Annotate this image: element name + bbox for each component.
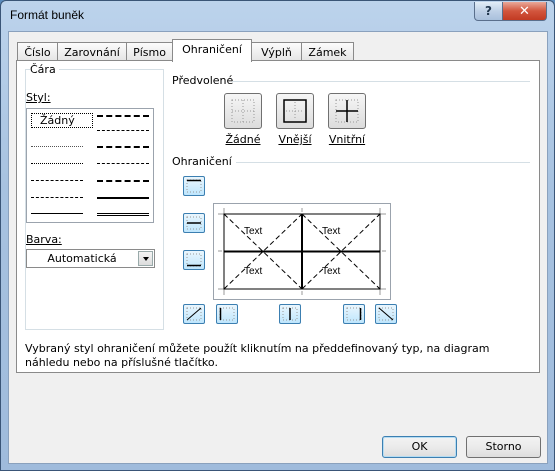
tab-vypln[interactable]: Výplň xyxy=(251,42,302,62)
border-horizontal-inside-button[interactable] xyxy=(183,213,205,233)
line-style-medium-dash-dot[interactable] xyxy=(97,146,149,148)
line-group-title: Čára xyxy=(30,63,59,76)
ok-button[interactable]: OK xyxy=(382,436,457,458)
border-outline-icon xyxy=(283,99,307,123)
line-style-thin[interactable] xyxy=(31,213,83,214)
line-style-double[interactable] xyxy=(97,213,149,217)
border-diagonal-up-button[interactable] xyxy=(183,304,205,324)
diagonal-up-icon xyxy=(186,307,202,321)
line-style-none[interactable]: Žádný xyxy=(31,113,93,128)
chevron-down-icon[interactable] xyxy=(138,251,153,266)
border-diagonal-down-button[interactable] xyxy=(375,304,397,324)
border-tab-panel: Čára Styl: Žádný Barva: Automatická Před… xyxy=(16,60,540,373)
line-style-dash-dot-dot-thin[interactable] xyxy=(31,180,83,181)
line-style-list[interactable]: Žádný xyxy=(26,108,154,223)
preview-text-2: Text xyxy=(322,226,341,237)
line-style-slant-dash-dot[interactable] xyxy=(97,130,149,131)
presets-title: Předvolené xyxy=(172,74,237,87)
border-vertical-inside-button[interactable] xyxy=(279,304,301,324)
line-style-medium-dash-dot-dot[interactable] xyxy=(97,115,149,117)
border-none-icon xyxy=(231,99,255,123)
style-label: Styl: xyxy=(26,91,54,104)
dialog-window: Formát buněk ? ✕ Číslo Zarovnání Písmo O… xyxy=(0,0,555,471)
help-icon: ? xyxy=(485,4,492,18)
preview-text-3: Text xyxy=(244,266,263,277)
title-bar: Formát buněk ? ✕ xyxy=(1,1,554,31)
preset-inside-label: Vnitřní xyxy=(328,133,366,146)
preview-text-1: Text xyxy=(244,226,263,237)
border-preview-diagram[interactable]: Text Text Text Text xyxy=(213,203,391,300)
help-button[interactable]: ? xyxy=(474,2,503,21)
border-right-button[interactable] xyxy=(343,304,365,324)
border-preview-svg: Text Text Text Text xyxy=(218,208,386,295)
line-style-medium-dashed[interactable] xyxy=(97,180,149,182)
diagonal-down-icon xyxy=(378,307,394,321)
line-style-dash-dot[interactable] xyxy=(97,163,149,164)
border-top-button[interactable] xyxy=(183,176,205,196)
border-horizontal-icon xyxy=(186,216,202,230)
color-label: Barva: xyxy=(26,233,65,246)
line-style-medium[interactable] xyxy=(97,197,149,199)
line-style-hair[interactable] xyxy=(31,146,83,147)
border-left-icon xyxy=(219,307,235,321)
preset-outline-button[interactable] xyxy=(276,93,314,129)
line-color-value: Automatická xyxy=(47,252,117,265)
preset-outline-label: Vnější xyxy=(278,133,312,146)
border-bottom-icon xyxy=(186,253,202,267)
close-icon: ✕ xyxy=(519,3,530,19)
line-group-right-edge xyxy=(163,69,164,330)
close-button[interactable]: ✕ xyxy=(502,2,547,21)
border-rule xyxy=(236,162,530,163)
line-color-select[interactable]: Automatická xyxy=(26,249,155,268)
border-left-button[interactable] xyxy=(216,304,238,324)
preset-inside-button[interactable] xyxy=(328,93,366,129)
line-style-dashed-thin[interactable] xyxy=(31,197,83,198)
help-description: Vybraný styl ohraničení můžete použít kl… xyxy=(25,342,490,369)
line-style-dotted[interactable] xyxy=(31,163,83,164)
border-inside-icon xyxy=(335,99,359,123)
preview-text-4: Text xyxy=(322,266,341,277)
border-bottom-button[interactable] xyxy=(183,250,205,270)
line-group-bottom-edge xyxy=(25,329,164,330)
tab-zarovnani[interactable]: Zarovnání xyxy=(57,42,127,62)
tab-ohraniceni[interactable]: Ohraničení xyxy=(172,39,252,62)
border-title: Ohraničení xyxy=(172,155,235,168)
tab-cislo[interactable]: Číslo xyxy=(17,42,58,62)
preset-none-button[interactable] xyxy=(224,93,262,129)
border-top-icon xyxy=(186,179,202,193)
tab-zamek[interactable]: Zámek xyxy=(301,42,354,62)
presets-rule xyxy=(232,81,530,82)
preset-none-label: Žádné xyxy=(225,133,261,146)
border-right-icon xyxy=(346,307,362,321)
window-title: Formát buněk xyxy=(10,8,85,22)
tab-pismo[interactable]: Písmo xyxy=(126,42,173,62)
cancel-button[interactable]: Storno xyxy=(466,436,541,458)
dialog-client: Číslo Zarovnání Písmo Ohraničení Výplň Z… xyxy=(8,31,548,464)
border-vertical-icon xyxy=(282,307,298,321)
